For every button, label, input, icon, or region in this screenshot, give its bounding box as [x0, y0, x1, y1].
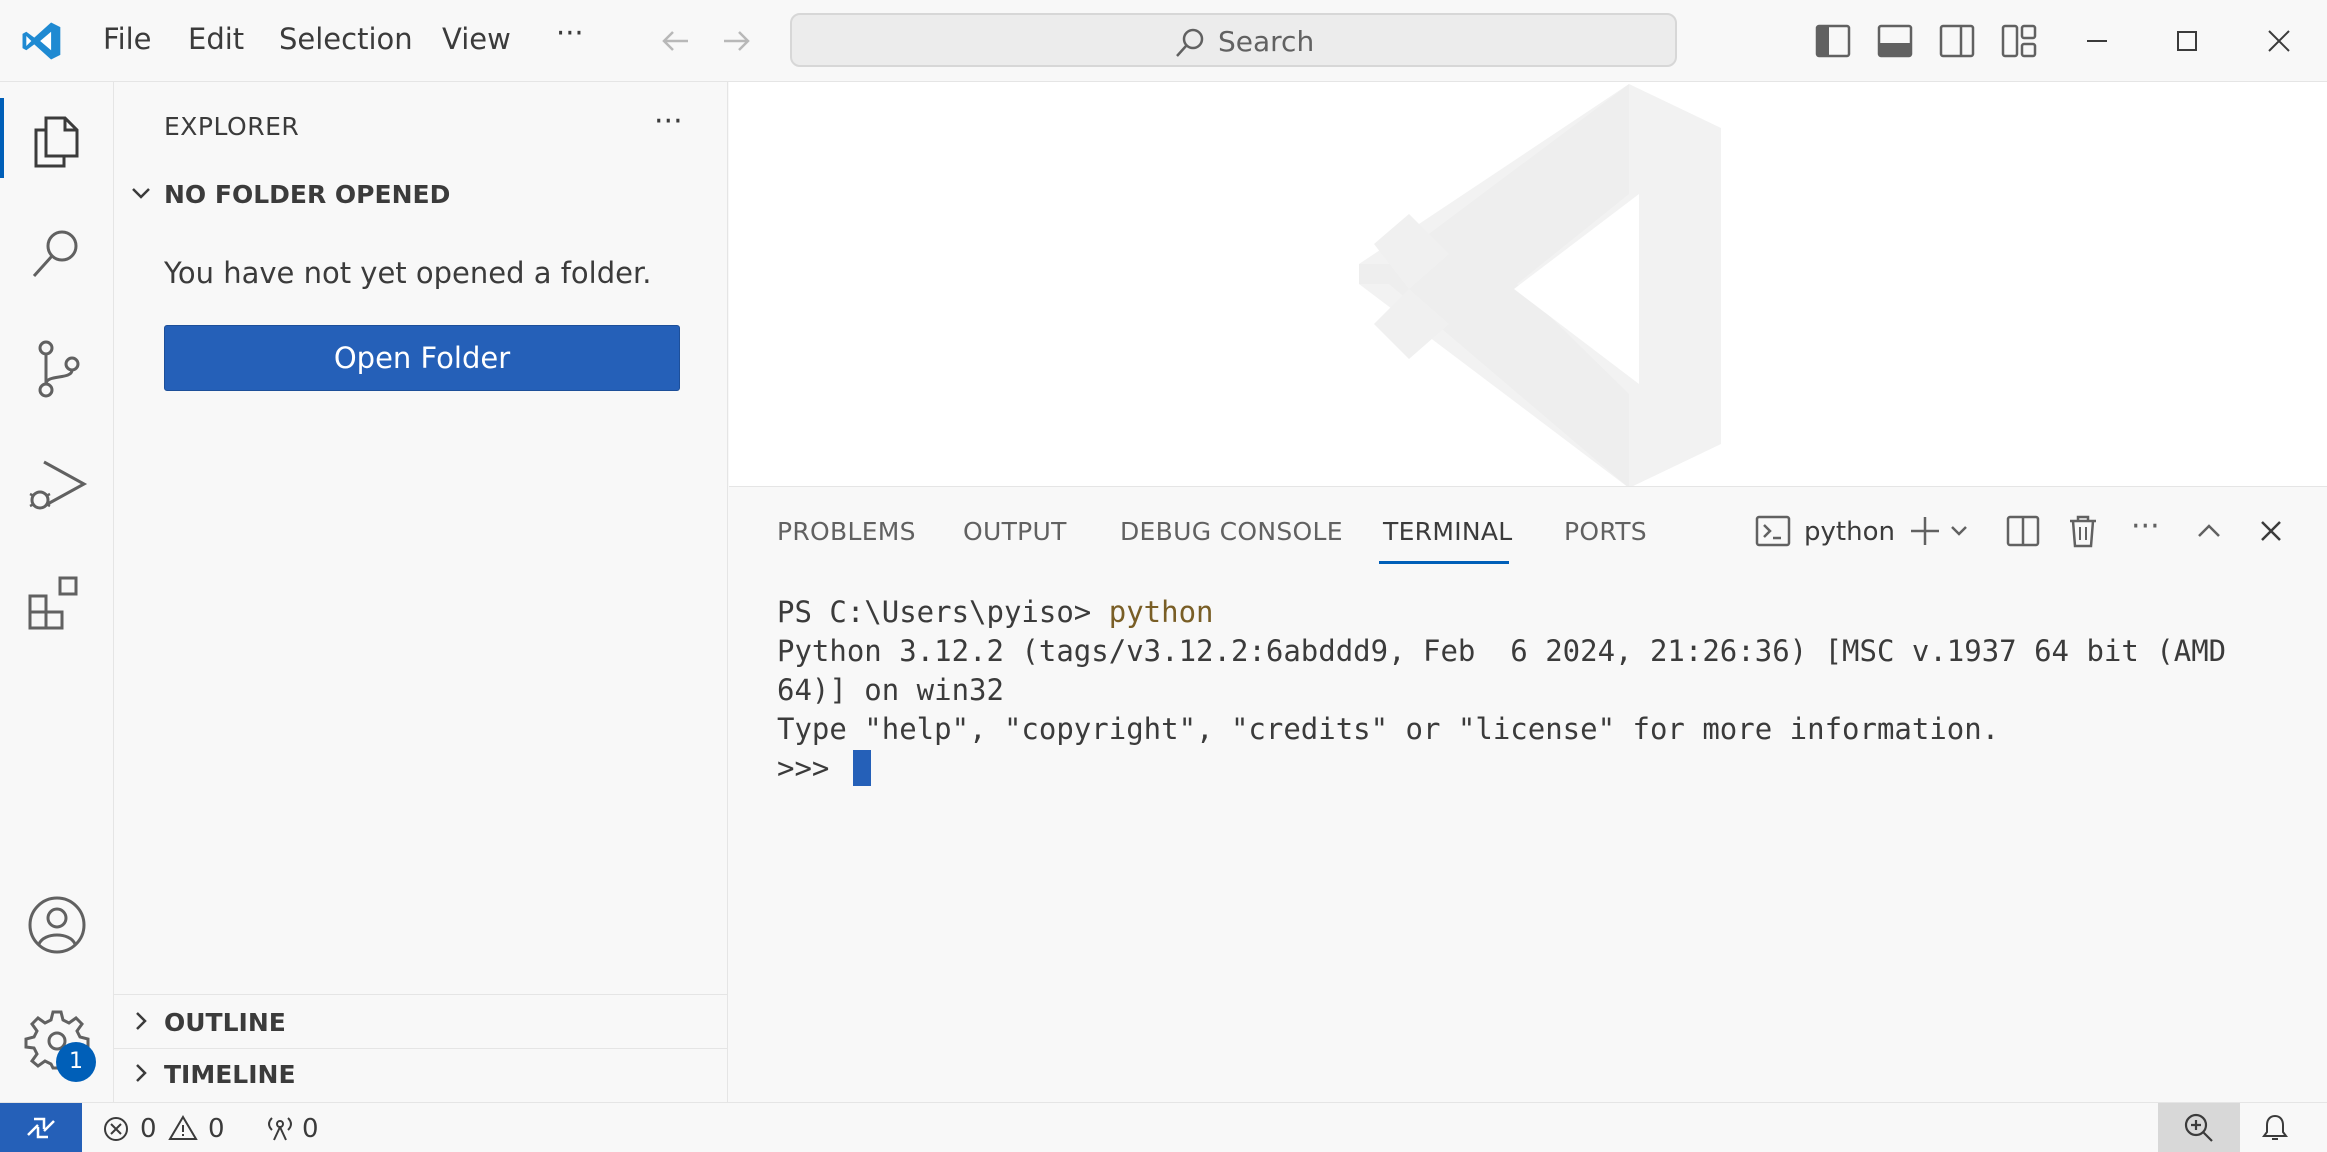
tab-ports[interactable]: PORTS — [1564, 517, 1647, 546]
status-bar: 0 0 0 — [0, 1102, 2327, 1152]
section-divider — [114, 994, 728, 995]
chevron-down-icon[interactable] — [1947, 519, 1971, 543]
terminal-line: 64)] on win32 — [777, 673, 1004, 707]
timeline-section-label: TIMELINE — [164, 1060, 296, 1089]
accounts-icon[interactable] — [22, 890, 92, 960]
terminal-cursor — [852, 750, 871, 786]
back-arrow-icon[interactable] — [656, 22, 694, 60]
open-folder-button[interactable]: Open Folder — [164, 325, 680, 391]
no-folder-section-header[interactable]: NO FOLDER OPENED — [114, 168, 728, 220]
terminal-line: Python 3.12.2 (tags/v3.12.2:6abddd9, Feb… — [777, 634, 2227, 668]
search-placeholder: Search — [1218, 25, 1315, 58]
menu-file[interactable]: File — [103, 22, 152, 56]
source-control-icon[interactable] — [22, 334, 92, 404]
toggle-secondary-sidebar-icon[interactable] — [1938, 22, 1976, 60]
vscode-logo-icon — [20, 20, 62, 62]
close-panel-icon[interactable] — [2255, 515, 2287, 547]
warning-count[interactable]: 0 — [208, 1114, 225, 1144]
toggle-panel-icon[interactable] — [1876, 22, 1914, 60]
vscode-watermark-icon — [1329, 84, 1749, 486]
maximize-panel-chevron-up-icon[interactable] — [2193, 515, 2225, 547]
settings-update-badge: 1 — [56, 1042, 96, 1082]
warning-icon[interactable] — [168, 1114, 198, 1142]
no-folder-section-label: NO FOLDER OPENED — [164, 180, 451, 209]
active-indicator — [0, 98, 4, 178]
terminal-output[interactable]: PS C:\Users\pyiso> python Python 3.12.2 (… — [777, 593, 2307, 788]
ports-count[interactable]: 0 — [302, 1114, 319, 1144]
kill-terminal-trash-icon[interactable] — [2065, 513, 2101, 549]
notifications-bell-icon[interactable] — [2260, 1113, 2290, 1143]
repl-prompt: >>> — [777, 751, 847, 785]
terminal-prompt: PS C:\Users\pyiso> — [777, 595, 1109, 629]
new-terminal-plus-icon[interactable] — [1907, 513, 1943, 549]
active-tab-underline — [1379, 561, 1509, 564]
terminal-line: Type "help", "copyright", "credits" or "… — [777, 712, 2000, 746]
menu-view[interactable]: View — [442, 22, 511, 56]
error-count[interactable]: 0 — [140, 1114, 157, 1144]
tab-terminal[interactable]: TERMINAL — [1383, 517, 1513, 546]
customize-layout-icon[interactable] — [2000, 22, 2038, 60]
minimize-icon[interactable] — [2078, 22, 2116, 60]
explorer-sidebar: EXPLORER ··· NO FOLDER OPENED You have n… — [114, 82, 728, 1102]
menu-more[interactable]: ··· — [556, 16, 584, 50]
terminal-command: python — [1108, 595, 1214, 629]
title-bar: File Edit Selection View ··· Search — [0, 0, 2327, 82]
chevron-right-icon — [128, 1008, 154, 1034]
menu-selection[interactable]: Selection — [279, 22, 413, 56]
forward-arrow-icon[interactable] — [718, 22, 756, 60]
tab-output[interactable]: OUTPUT — [963, 517, 1067, 546]
tab-problems[interactable]: PROBLEMS — [777, 517, 916, 546]
outline-section-label: OUTLINE — [164, 1008, 286, 1037]
chevron-down-icon — [128, 180, 154, 206]
menu-edit[interactable]: Edit — [188, 22, 244, 56]
tab-debug-console[interactable]: DEBUG CONSOLE — [1120, 517, 1343, 546]
remote-window-button[interactable] — [0, 1103, 82, 1152]
no-folder-message: You have not yet opened a folder. — [164, 256, 652, 290]
chevron-right-icon — [128, 1060, 154, 1086]
run-debug-icon[interactable] — [22, 450, 92, 520]
timeline-section-header[interactable]: TIMELINE — [114, 1048, 728, 1100]
explorer-icon[interactable] — [22, 102, 92, 172]
terminal-shell-icon — [1755, 513, 1791, 549]
extensions-icon[interactable] — [22, 566, 92, 636]
error-icon[interactable] — [102, 1115, 130, 1143]
panel-more-actions-button[interactable]: ··· — [2131, 509, 2160, 544]
explorer-more-actions-button[interactable]: ··· — [654, 104, 683, 139]
ports-broadcast-icon[interactable] — [264, 1114, 296, 1142]
editor-area[interactable] — [729, 82, 2327, 486]
search-input[interactable]: Search — [790, 13, 1677, 67]
terminal-line-repl: >>> — [777, 749, 2307, 788]
split-terminal-icon[interactable] — [2005, 513, 2041, 549]
zoom-button[interactable] — [2158, 1103, 2240, 1152]
search-icon — [1172, 25, 1208, 61]
maximize-icon[interactable] — [2168, 22, 2206, 60]
explorer-title: EXPLORER — [164, 112, 300, 141]
outline-section-header[interactable]: OUTLINE — [114, 996, 728, 1048]
activity-bar: 1 — [0, 82, 114, 1102]
terminal-line-prompt: PS C:\Users\pyiso> python — [777, 593, 2307, 632]
bottom-panel: PROBLEMS OUTPUT DEBUG CONSOLE TERMINAL P… — [729, 486, 2327, 1102]
toggle-primary-sidebar-icon[interactable] — [1814, 22, 1852, 60]
search-icon[interactable] — [22, 218, 92, 288]
close-window-icon[interactable] — [2260, 22, 2298, 60]
terminal-instance-name[interactable]: python — [1804, 517, 1895, 547]
